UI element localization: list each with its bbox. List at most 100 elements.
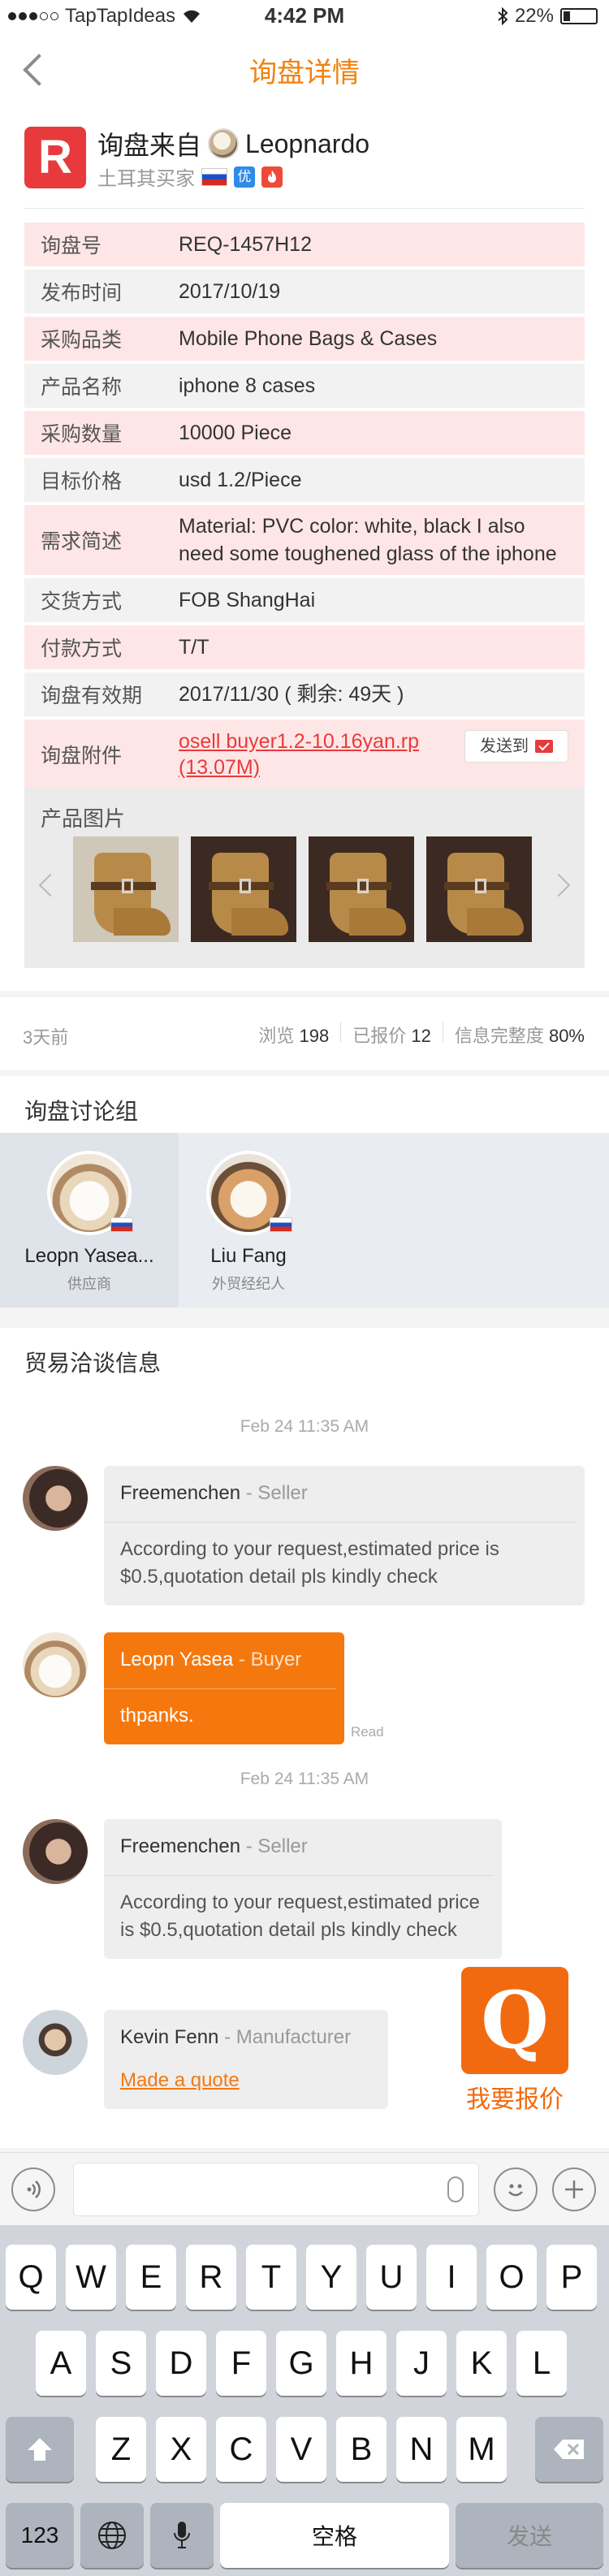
key[interactable]: P	[546, 2245, 597, 2310]
key[interactable]: S	[96, 2331, 146, 2396]
message-input-bar	[0, 2152, 609, 2225]
product-image[interactable]	[309, 836, 414, 942]
key[interactable]: F	[216, 2331, 266, 2396]
inquiry-stats: 3天前 浏览 198 已报价 12 信息完整度 80%	[0, 997, 609, 1070]
attachment-cell: osell buyer1.2-10.16yan.rp (13.07M) 发送到	[162, 720, 585, 789]
row-value: FOB ShangHai	[162, 578, 585, 622]
brand-logo: R	[24, 127, 86, 188]
timestamp: Feb 24 11:35 AM	[240, 1770, 369, 1788]
sender: Kevin Fenn - Manufacturer	[120, 2026, 352, 2048]
buyer-name[interactable]: Leopnardo	[245, 129, 369, 159]
product-image[interactable]	[73, 836, 179, 942]
numbers-key[interactable]: 123	[6, 2503, 74, 2568]
avatar[interactable]	[23, 1819, 88, 1884]
key[interactable]: D	[156, 2331, 206, 2396]
message-bubble: Freemenchen - Seller According to your r…	[104, 1466, 585, 1606]
key[interactable]: C	[216, 2417, 266, 2482]
message-input[interactable]	[73, 2163, 479, 2216]
make-quote-button[interactable]: Q 我要报价	[458, 1967, 572, 2113]
inquiry-card: R 询盘来自 Leopnardo 土耳其买家 优 询盘号 REQ-1457H12 …	[0, 106, 609, 991]
row-key: 付款方式	[24, 625, 162, 669]
shift-key[interactable]	[6, 2417, 74, 2482]
send-to-button[interactable]: 发送到	[464, 729, 568, 763]
fire-badge-icon	[261, 166, 283, 188]
row-key: 采购数量	[24, 411, 162, 455]
row-value: T/T	[162, 625, 585, 669]
key[interactable]: M	[456, 2417, 507, 2482]
key[interactable]: B	[336, 2417, 387, 2482]
plus-icon[interactable]	[552, 2168, 596, 2211]
key[interactable]: X	[156, 2417, 206, 2482]
buyer-meta: 土耳其买家 优	[97, 162, 283, 191]
table-row: 付款方式 T/T	[24, 625, 585, 669]
microphone-icon	[174, 2522, 190, 2548]
chevron-right-icon[interactable]	[546, 873, 571, 897]
nav-bar: 询盘详情	[0, 32, 609, 106]
trade-title: 贸易洽谈信息	[24, 1351, 162, 1376]
globe-key[interactable]	[80, 2503, 144, 2568]
key[interactable]: W	[66, 2245, 116, 2310]
key[interactable]: T	[246, 2245, 296, 2310]
dictation-key[interactable]	[150, 2503, 214, 2568]
completeness-stat: 信息完整度 80%	[454, 1026, 585, 1046]
key[interactable]: J	[396, 2331, 447, 2396]
chevron-left-icon[interactable]	[38, 873, 63, 897]
key[interactable]: U	[366, 2245, 417, 2310]
group-member[interactable]: Leopn Yasea... 供应商	[0, 1133, 179, 1307]
message-bubble: Freemenchen - Seller According to your r…	[104, 1819, 502, 1959]
quote-link[interactable]: Made a quote	[120, 2069, 240, 2091]
shift-icon	[28, 2438, 52, 2461]
voice-icon[interactable]	[11, 2168, 55, 2211]
avatar[interactable]	[23, 1632, 88, 1697]
member-name: Leopn Yasea...	[24, 1245, 154, 1267]
key[interactable]: I	[426, 2245, 477, 2310]
member-role: 外贸经纪人	[212, 1276, 285, 1292]
row-key: 询盘有效期	[24, 672, 162, 716]
battery-percent: 22%	[514, 5, 554, 27]
row-key: 询盘号	[24, 223, 162, 266]
key[interactable]: L	[516, 2331, 567, 2396]
photos-label: 产品图片	[41, 806, 126, 831]
row-value: 2017/11/30 ( 剩余: 49天 )	[162, 672, 585, 716]
product-image[interactable]	[426, 836, 532, 942]
key[interactable]: Y	[306, 2245, 356, 2310]
microphone-icon[interactable]	[447, 2176, 464, 2202]
posted-ago: 3天前	[23, 1027, 69, 1048]
trade-header: 贸易洽谈信息	[0, 1328, 609, 1385]
row-value: REQ-1457H12	[162, 223, 585, 266]
group-header: 询盘讨论组	[0, 1076, 609, 1133]
key[interactable]: A	[36, 2331, 86, 2396]
space-key[interactable]: 空格	[220, 2503, 449, 2568]
avatar[interactable]	[23, 1466, 88, 1531]
key[interactable]: Q	[6, 2245, 56, 2310]
key[interactable]: N	[396, 2417, 447, 2482]
table-row: 询盘附件 osell buyer1.2-10.16yan.rp (13.07M)…	[24, 720, 585, 789]
key[interactable]: R	[186, 2245, 236, 2310]
buyer-avatar[interactable]	[208, 128, 240, 159]
table-row: 询盘有效期 2017/11/30 ( 剩余: 49天 )	[24, 672, 585, 716]
table-row: 目标价格 usd 1.2/Piece	[24, 458, 585, 502]
sender: Freemenchen - Seller	[104, 1819, 494, 1876]
key[interactable]: V	[276, 2417, 326, 2482]
attachment-link[interactable]: osell buyer1.2-10.16yan.rp (13.07M)	[179, 728, 447, 780]
key[interactable]: E	[126, 2245, 176, 2310]
product-photos: 产品图片	[24, 788, 585, 968]
emoji-icon[interactable]	[494, 2168, 538, 2211]
key[interactable]: H	[336, 2331, 387, 2396]
avatar[interactable]	[23, 2010, 88, 2075]
row-value: Material: PVC color: white, black I also…	[162, 505, 585, 575]
message-bubble: Leopn Yasea - Buyer thpanks.	[104, 1632, 344, 1744]
key[interactable]: Z	[96, 2417, 146, 2482]
sender: Leopn Yasea - Buyer	[104, 1632, 336, 1689]
group-member[interactable]: Liu Fang 外贸经纪人	[159, 1133, 338, 1307]
table-row: 询盘号 REQ-1457H12	[24, 223, 585, 266]
send-to-label: 发送到	[480, 737, 529, 755]
key[interactable]: O	[486, 2245, 537, 2310]
backspace-key[interactable]	[535, 2417, 603, 2482]
key[interactable]: K	[456, 2331, 507, 2396]
product-image[interactable]	[191, 836, 296, 942]
quote-button-label: 我要报价	[466, 2086, 564, 2113]
send-key[interactable]: 发送	[456, 2503, 603, 2568]
key[interactable]: G	[276, 2331, 326, 2396]
table-row: 交货方式 FOB ShangHai	[24, 578, 585, 622]
